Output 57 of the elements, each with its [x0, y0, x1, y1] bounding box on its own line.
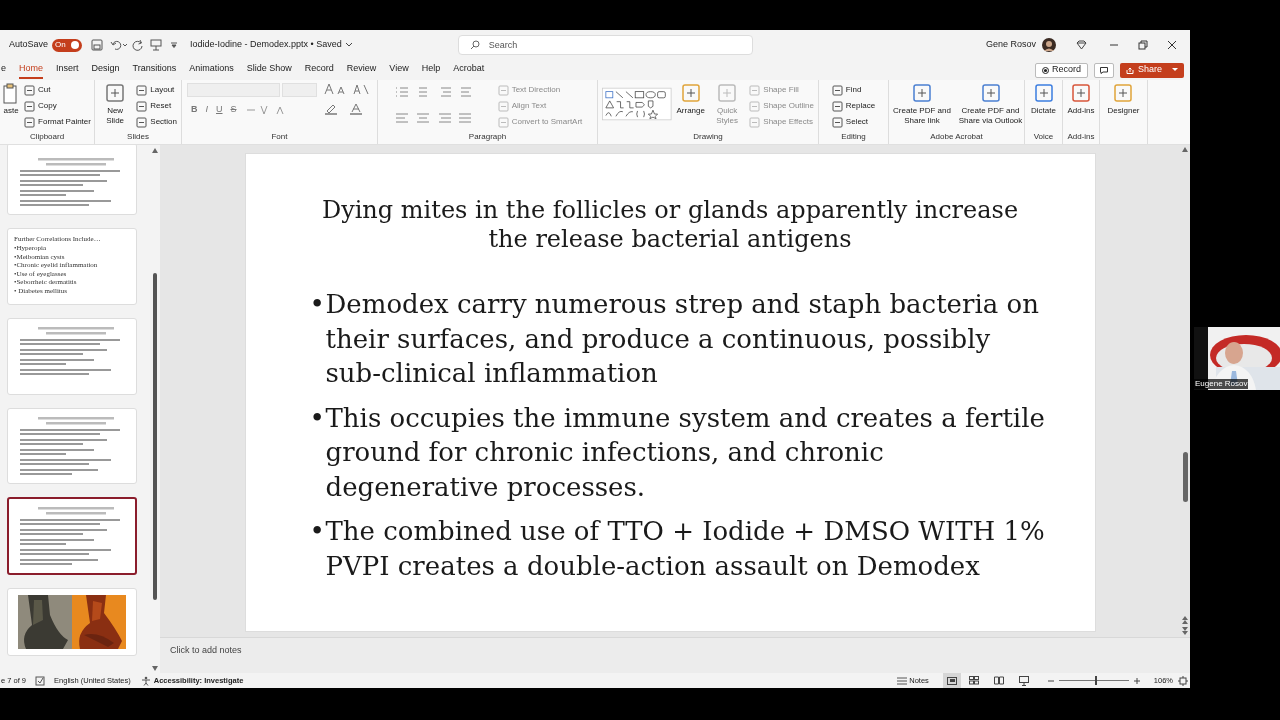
- format-button[interactable]: S: [230, 103, 237, 117]
- ribbon-tab[interactable]: Record: [304, 61, 334, 79]
- notes-placeholder[interactable]: Click to add notes: [170, 644, 242, 658]
- ribbon-button[interactable]: Find: [831, 83, 876, 97]
- paste-button[interactable]: aste: [3, 83, 20, 117]
- group-label: Add-ins: [1066, 131, 1096, 143]
- ribbon-button[interactable]: Dictate: [1031, 83, 1056, 116]
- ribbon-button[interactable]: Create PDF and Share link: [889, 83, 955, 126]
- ribbon-tab[interactable]: Review: [346, 61, 377, 79]
- autosave-toggle[interactable]: On: [52, 38, 83, 52]
- autosave-label: AutoSave: [9, 38, 49, 52]
- ribbon-tab[interactable]: View: [389, 61, 409, 79]
- format-button[interactable]: U: [216, 103, 223, 117]
- group-label: Drawing: [692, 131, 724, 143]
- file-title[interactable]: Iodide-Iodine - Demodex.pptx • Saved: [190, 38, 342, 52]
- bullet-text: The combined use of TTO + Iodide + DMSO WITH 1% PVPI creates a double-action assault on Demodex: [325, 515, 1046, 583]
- group-label: Adobe Acrobat: [929, 131, 984, 143]
- ribbon-tab[interactable]: Design: [91, 61, 120, 79]
- slide-title: Dying mites in the follicles or glands apparently increase the release bacterial antigens: [320, 196, 1020, 254]
- ribbon-tab[interactable]: Animations: [189, 61, 234, 79]
- ribbon-button[interactable]: Section: [136, 115, 177, 129]
- ribbon-button[interactable]: Select: [831, 115, 876, 129]
- ribbon-button[interactable]: Reset: [136, 99, 177, 113]
- ribbon-button[interactable]: Replace: [831, 99, 876, 113]
- group-label: Editing: [840, 131, 867, 143]
- share-button[interactable]: Share: [1119, 62, 1184, 78]
- ribbon-tab[interactable]: Transitions: [132, 61, 177, 79]
- ribbon-tab[interactable]: e: [1, 61, 6, 79]
- bullet-text: Demodex carry numerous strep and staph bacteria on their surfaces, and produce a continuous, possibly sub-clinical inflammation: [325, 288, 1040, 390]
- bullet-mark: •: [309, 288, 326, 321]
- format-button[interactable]: B: [191, 103, 198, 117]
- ribbon-button[interactable]: Copy: [24, 99, 91, 113]
- group-label: Slides: [126, 131, 150, 143]
- group-label: Clipboard: [28, 131, 66, 143]
- ribbon-tab[interactable]: Help: [421, 61, 441, 79]
- ribbon-button[interactable]: Cut: [24, 83, 91, 97]
- ribbon-button[interactable]: Arrange: [676, 83, 705, 116]
- search-field[interactable]: Search: [457, 35, 753, 55]
- participant-name: Eugene Rosov: [1194, 379, 1249, 389]
- bullet-mark: •: [309, 515, 325, 548]
- format-button[interactable]: I: [205, 103, 208, 117]
- bullet-text: This occupies the immune system and creates a fertile ground for chronic infections, and chronic degenerative processes.: [325, 401, 1046, 504]
- ribbon-button[interactable]: Designer: [1107, 83, 1140, 116]
- ribbon-tab[interactable]: Acrobat: [453, 61, 485, 79]
- user-name[interactable]: Gene Rosov: [985, 38, 1036, 52]
- group-label: Voice: [1032, 131, 1055, 143]
- ribbon-tab[interactable]: Insert: [56, 61, 79, 79]
- ribbon-button[interactable]: Format Painter: [24, 115, 91, 129]
- bullet-mark: •: [309, 401, 326, 435]
- group-label: Paragraph: [467, 131, 508, 143]
- group-label: Font: [270, 131, 289, 143]
- record-button[interactable]: Record: [1034, 62, 1088, 78]
- ribbon-button[interactable]: New Slide: [99, 83, 132, 126]
- ribbon-button[interactable]: Layout: [136, 83, 177, 97]
- ribbon-tab[interactable]: Slide Show: [246, 61, 292, 79]
- ribbon-button[interactable]: Create PDF and Share via Outlook: [957, 83, 1024, 126]
- ribbon-button[interactable]: Add-ins: [1067, 83, 1095, 116]
